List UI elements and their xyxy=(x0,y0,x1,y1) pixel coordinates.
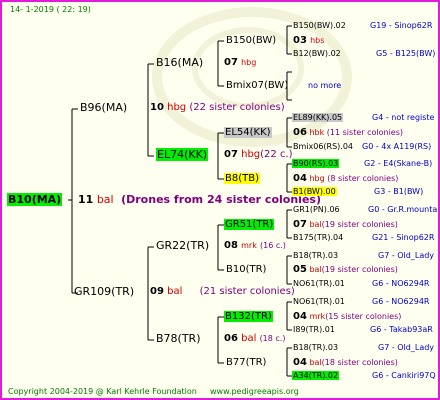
g3-b150[interactable]: B150(BW) xyxy=(226,35,276,47)
g2-el74[interactable]: EL74(KK) xyxy=(156,148,209,161)
sire-b96-line: 10 hbg (22 sister colonies) xyxy=(150,102,285,113)
report-date: 14- 1-2019 ( 22: 19) xyxy=(10,5,91,14)
g4-b12bw02[interactable]: B12(BW).02 xyxy=(293,48,341,60)
g4-b150bw02-info: G19 - Sinop62R xyxy=(370,21,433,30)
footer-url[interactable]: www.pedigreeapis.org xyxy=(210,386,299,398)
g3-b8[interactable]: B8(TB) xyxy=(224,173,260,185)
g4-no61tr01-a-info: G6 - NO6294R xyxy=(372,279,430,288)
g2-b16-line: 07 hbg xyxy=(224,57,257,68)
g2-b78-line: 06 bal (18 c.) xyxy=(224,333,286,344)
root-tag: bal xyxy=(96,193,114,206)
g3-el54[interactable]: EL54(KK) xyxy=(224,127,272,139)
g4-b18tr03-a[interactable]: B18(TR).03 xyxy=(293,250,338,262)
sire-b96[interactable]: B96(MA) xyxy=(80,102,127,114)
pedigree-frame: 14- 1-2019 ( 22: 19) B10(MA) 11 bal (Dro… xyxy=(0,0,440,400)
g2-gr22[interactable]: GR22(TR) xyxy=(156,240,209,252)
g4-b18tr03-b-info: G7 - Old_Lady xyxy=(378,343,435,352)
g4-b175tr04-info: G21 - Sinop62R xyxy=(372,233,435,242)
g4-i89tr01[interactable]: I89(TR).01 xyxy=(293,324,335,336)
g2-gr22-line: 08 mrk (16 c.) xyxy=(224,240,286,251)
root-number: 11 xyxy=(78,193,94,206)
g4-b90rs03[interactable]: B90(RS).03 xyxy=(292,158,340,170)
g4-b1bw00-info: G3 - B1(BW) xyxy=(374,187,424,196)
g4-b18tr03-a-info: G7 - Old_Lady xyxy=(378,251,435,260)
g4-bmix06rs04-info: G0 - 4x A119(RS) xyxy=(362,142,432,151)
g3-gr51[interactable]: GR51(TR) xyxy=(224,219,275,231)
g4-a34tr02-info: G6 - Cankiri97Q xyxy=(372,371,436,380)
g3-b8-line: 04 hbg (8 sister colonies) xyxy=(293,173,399,184)
g4-gr1pn06-info: G0 - Gr.R.mounta xyxy=(368,205,438,214)
g4-b175tr04[interactable]: B175(TR).04 xyxy=(293,232,343,244)
g3-el54-line: 06 hbk (11 sister colonies) xyxy=(293,127,404,138)
g4-el89kk05[interactable]: EL89(KK).05 xyxy=(292,112,344,124)
g2-el74-line: 07 hbg(22 c.) xyxy=(224,149,293,160)
g3-b150-line: 03 hbs xyxy=(293,35,325,46)
g3-b10[interactable]: B10(TR) xyxy=(226,264,266,276)
g2-b78[interactable]: B78(TR) xyxy=(156,333,201,345)
footer-copyright: Copyright 2004-2019 @ Karl Kehrle Founda… xyxy=(8,387,197,396)
g3-b77-line: 04 bal(18 sister colonies) xyxy=(293,357,398,368)
g3-gr51-line: 07 bal(19 sister colonies) xyxy=(293,219,398,230)
g4-el89kk05-info: G4 - not registe xyxy=(372,113,435,122)
g4-no61tr01-b-info: G6 - NO6294R xyxy=(372,297,430,306)
g4-no61tr01-b[interactable]: NO61(TR).01 xyxy=(293,296,345,308)
g4-b90rs03-info: G2 - E4(Skane-B) xyxy=(364,159,433,168)
g4-b150bw02[interactable]: B150(BW).02 xyxy=(293,20,346,32)
g3-b10-line: 05 bal(19 sister colonies) xyxy=(293,264,398,275)
g4-i89tr01-info: G6 - Takab93aR xyxy=(370,325,433,334)
root-line: 11 bal (Drones from 24 sister colonies) xyxy=(78,194,321,206)
g3-bmix07[interactable]: Bmix07(BW) xyxy=(226,80,288,92)
g3-b132[interactable]: B132(TR) xyxy=(224,311,273,323)
g3-bmix07-note: no more xyxy=(308,81,342,90)
dam-gr109-line: 09 bal (21 sister colonies) xyxy=(150,286,295,297)
g4-b1bw00[interactable]: B1(BW).00 xyxy=(292,186,337,198)
g4-a34tr02[interactable]: A34(TR).02 xyxy=(292,370,340,382)
g4-b12bw02-info: G5 - B125(BW) xyxy=(376,49,436,58)
g4-no61tr01-a[interactable]: NO61(TR).01 xyxy=(293,278,345,290)
root-note: (Drones from 24 sister colonies) xyxy=(121,193,321,206)
g4-b18tr03-b[interactable]: B18(TR).03 xyxy=(293,342,338,354)
g4-gr1pn06[interactable]: GR1(PN).06 xyxy=(293,204,340,216)
g3-b77[interactable]: B77(TR) xyxy=(226,357,266,369)
g2-b16[interactable]: B16(MA) xyxy=(156,57,203,69)
g4-bmix06rs04[interactable]: Bmix06(RS).04 xyxy=(293,141,353,153)
root-queen[interactable]: B10(MA) xyxy=(7,193,63,206)
dam-gr109[interactable]: GR109(TR) xyxy=(74,286,134,298)
g3-b132-line: 04 mrk(15 sister colonies) xyxy=(293,311,402,322)
